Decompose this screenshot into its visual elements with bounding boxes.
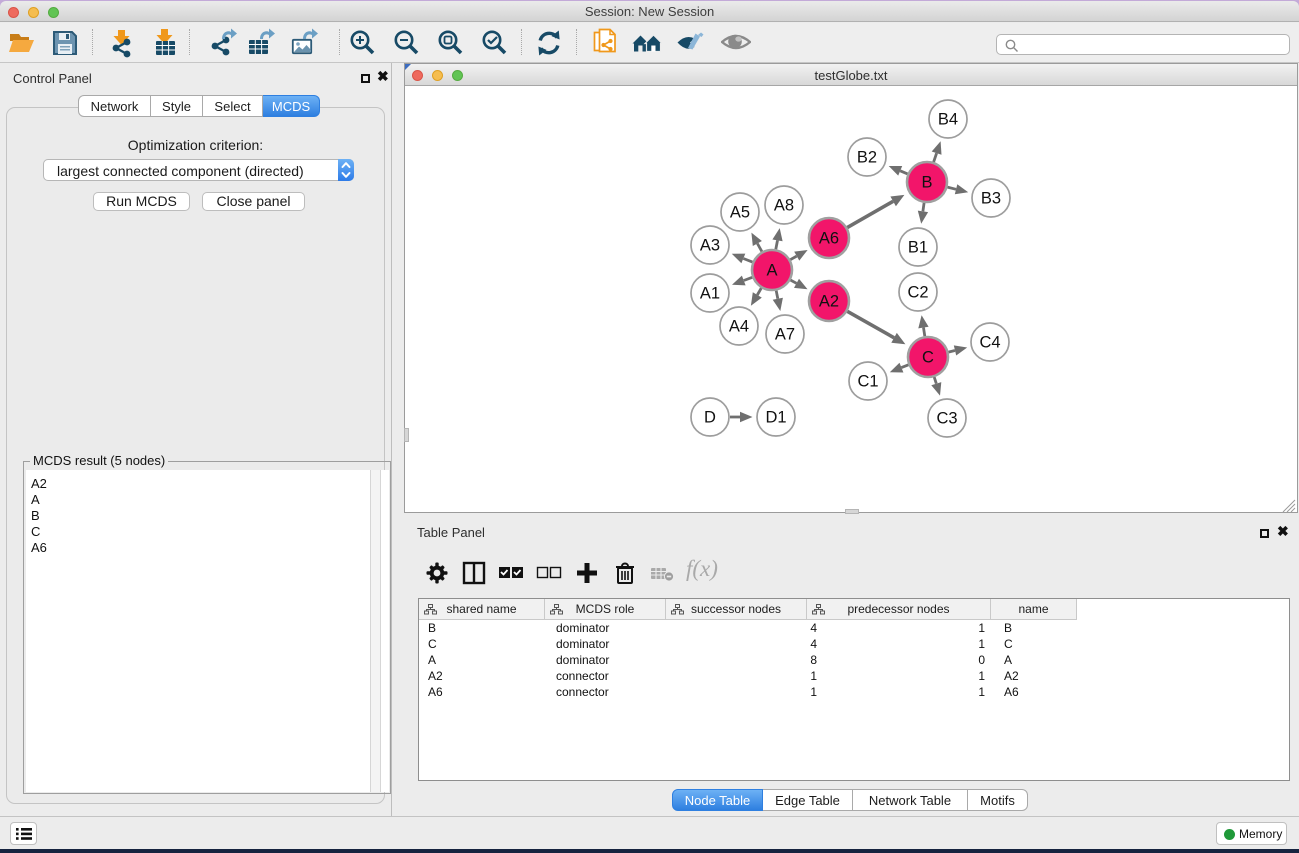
svg-text:A: A xyxy=(766,262,777,280)
svg-text:A5: A5 xyxy=(730,204,750,222)
svg-text:B4: B4 xyxy=(938,111,958,129)
svg-text:C4: C4 xyxy=(979,334,1000,352)
svg-text:B3: B3 xyxy=(981,190,1001,208)
svg-text:A6: A6 xyxy=(819,230,839,248)
svg-text:A7: A7 xyxy=(775,326,795,344)
svg-text:A3: A3 xyxy=(700,237,720,255)
svg-text:C1: C1 xyxy=(857,373,878,391)
svg-text:A4: A4 xyxy=(729,318,749,336)
svg-text:B1: B1 xyxy=(908,239,928,257)
svg-text:D: D xyxy=(704,409,716,427)
svg-text:C2: C2 xyxy=(907,284,928,302)
svg-text:C3: C3 xyxy=(936,410,957,428)
svg-text:A2: A2 xyxy=(819,293,839,311)
svg-text:D1: D1 xyxy=(765,409,786,427)
svg-text:B: B xyxy=(921,174,932,192)
svg-text:B2: B2 xyxy=(857,149,877,167)
svg-text:A8: A8 xyxy=(774,197,794,215)
svg-text:A1: A1 xyxy=(700,285,720,303)
svg-text:C: C xyxy=(922,349,934,367)
